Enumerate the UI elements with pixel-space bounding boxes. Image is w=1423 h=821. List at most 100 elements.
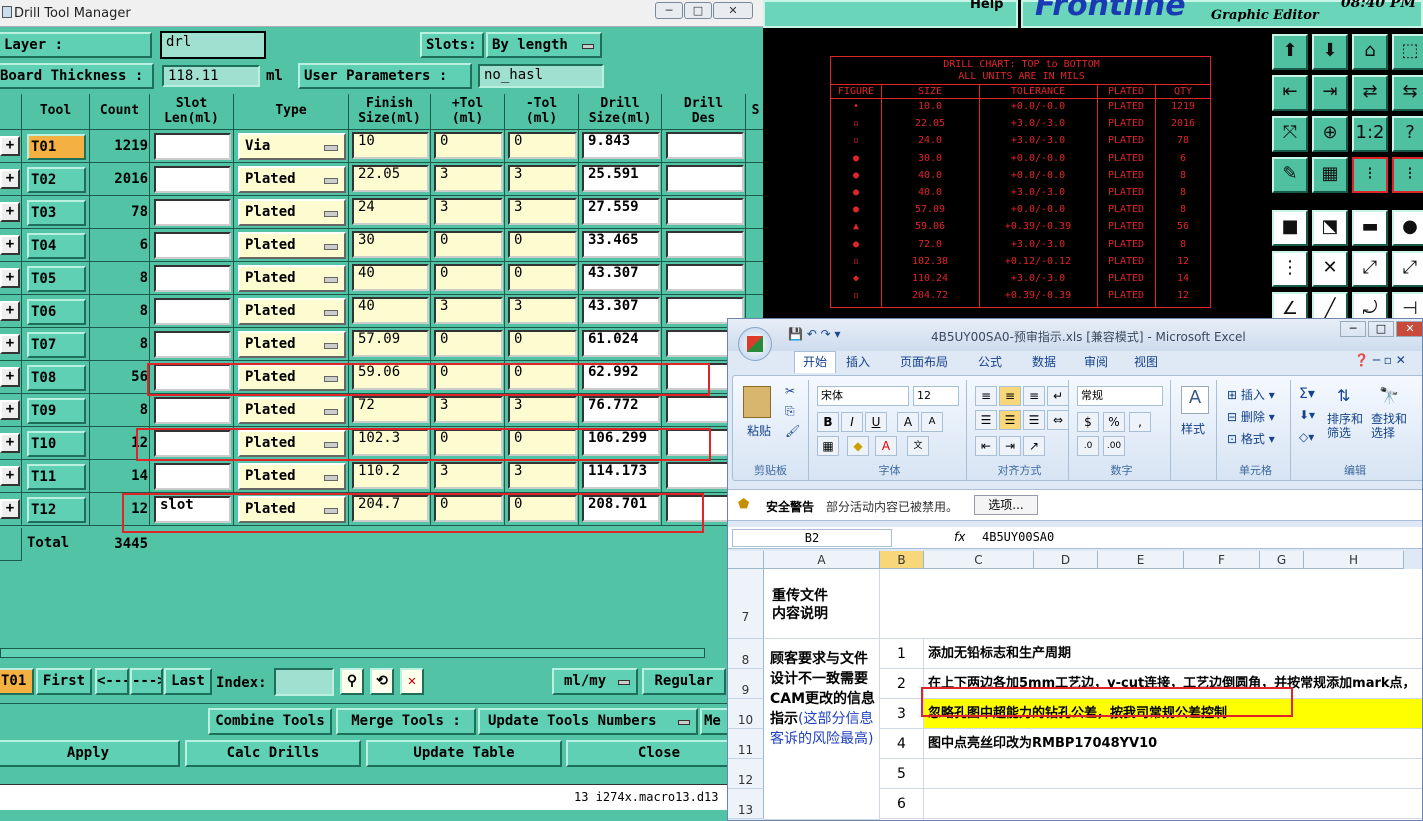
ribbon-tab[interactable]: 数据 [1032, 353, 1056, 370]
item-number-cell[interactable]: 4 [880, 729, 924, 759]
plus-tol-input[interactable]: 0 [434, 231, 503, 258]
plus-tol-input[interactable]: 0 [434, 330, 503, 357]
slot-len-input[interactable] [154, 199, 231, 226]
plus-tol-input[interactable]: 0 [434, 132, 503, 159]
expand-icon[interactable]: + [0, 367, 20, 387]
layers-icon[interactable]: ⁝ [1352, 157, 1388, 193]
column-header[interactable]: G [1260, 551, 1304, 569]
tool-button[interactable]: T12 [27, 497, 86, 523]
minus-tol-input[interactable]: 0 [508, 231, 577, 258]
plus-tol-input[interactable]: 3 [434, 297, 503, 324]
slot-len-input[interactable] [154, 397, 231, 424]
finish-size-input[interactable]: 24 [352, 198, 429, 225]
font-color-icon[interactable]: A [875, 436, 897, 456]
row-header[interactable]: 11 [728, 729, 764, 759]
slot-len-input[interactable] [154, 298, 231, 325]
drill-size-input[interactable]: 43.307 [582, 297, 660, 324]
drill-des-input[interactable] [666, 264, 744, 291]
tool-button[interactable]: T09 [27, 398, 86, 424]
tool-button[interactable]: T02 [27, 167, 86, 193]
autosum-icon[interactable]: Σ▾ [1299, 386, 1315, 402]
styles-icon[interactable]: A [1181, 386, 1209, 414]
expand-icon[interactable]: + [0, 268, 20, 288]
tool-button[interactable]: T08 [27, 365, 86, 391]
currency-icon[interactable]: $ [1077, 412, 1099, 432]
horizontal-scrollbar[interactable] [0, 648, 705, 658]
layers2-icon[interactable]: ⁝ [1392, 157, 1423, 193]
ribbon-tab[interactable]: 开始 [794, 351, 837, 373]
expand-icon[interactable]: + [0, 202, 20, 222]
align-center-icon[interactable]: ☰ [999, 410, 1021, 430]
select-all[interactable] [728, 551, 764, 569]
column-header[interactable]: H [1304, 551, 1404, 569]
type-dropdown[interactable]: Plated [238, 298, 346, 325]
qat-save-icon[interactable]: 💾 ↶ ↷ ▾ [788, 327, 841, 341]
office-button[interactable] [738, 327, 772, 361]
expand-icon[interactable]: + [0, 499, 20, 519]
phonetic-icon[interactable]: 文 [907, 436, 929, 456]
expand-icon[interactable]: + [0, 433, 20, 453]
minus-tol-input[interactable]: 3 [508, 198, 577, 225]
decrease-decimal-icon[interactable]: .00 [1103, 436, 1125, 456]
slot-len-input[interactable] [154, 331, 231, 358]
fill-color-icon[interactable]: ◆ [847, 436, 869, 456]
swap2-icon[interactable]: ⇆ [1392, 75, 1423, 111]
ribbon-tab[interactable]: 公式 [978, 353, 1002, 370]
font-name-box[interactable]: 宋体 [817, 386, 909, 406]
tool-button[interactable]: T01 [27, 134, 86, 160]
item-text-cell[interactable]: 图中点亮丝印改为RMBP17048YV10 [924, 729, 1422, 759]
delete-icon[interactable]: ✕ [400, 668, 424, 695]
expand-icon[interactable]: + [0, 169, 20, 189]
board-thickness-field[interactable]: 118.11 [162, 65, 260, 87]
number-format-box[interactable]: 常规 [1077, 386, 1163, 406]
percent-icon[interactable]: % [1103, 412, 1125, 432]
align-top-icon[interactable]: ≡ [975, 386, 997, 406]
delete-cells-button[interactable]: ⊟ 删除 ▾ [1227, 408, 1275, 425]
grid-icon[interactable]: ▦ [1312, 157, 1348, 193]
format-cells-button[interactable]: ⊡ 格式 ▾ [1227, 430, 1275, 447]
minus-tol-input[interactable]: 0 [508, 330, 577, 357]
align-bottom-icon[interactable]: ≡ [1023, 386, 1045, 406]
close-button[interactable]: Close [566, 740, 752, 767]
paste-button[interactable]: 粘贴 [747, 422, 771, 439]
column-header[interactable]: B [880, 551, 924, 569]
clear-icon[interactable]: ◇▾ [1299, 430, 1314, 444]
a7-cell[interactable]: 重传文件 内容说明 [764, 569, 880, 639]
item-number-cell[interactable]: 5 [880, 759, 924, 789]
edit-icon[interactable]: ✎ [1272, 157, 1308, 193]
item-number-cell[interactable]: 1 [880, 639, 924, 669]
excel-maximize-icon[interactable]: □ [1368, 321, 1394, 337]
expand-icon[interactable]: + [0, 334, 20, 354]
font-size-box[interactable]: 12 [913, 386, 959, 406]
increase-decimal-icon[interactable]: .0 [1077, 436, 1099, 456]
name-box[interactable]: B2 [732, 529, 892, 547]
next-button[interactable]: ---> [130, 668, 163, 695]
index-field[interactable] [274, 668, 334, 696]
cross-icon[interactable]: ✕ [1312, 251, 1348, 287]
row-header[interactable]: 8 [728, 639, 764, 669]
update-tools-numbers-dropdown[interactable]: Update Tools Numbers [478, 708, 698, 735]
left-icon[interactable]: ⇤ [1272, 75, 1308, 111]
item-number-cell[interactable]: 3 [880, 699, 924, 729]
minus-tol-input[interactable]: 0 [508, 132, 577, 159]
tool-button[interactable]: T07 [27, 332, 86, 358]
window-icon[interactable]: ⬚ [1392, 34, 1423, 70]
expand-icon[interactable]: + [0, 235, 20, 255]
swap-icon[interactable]: ⇄ [1352, 75, 1388, 111]
import-icon[interactable]: ⬆ [1272, 34, 1308, 70]
minus-tol-input[interactable]: 3 [508, 462, 577, 489]
format-painter-icon[interactable]: 🖌 [785, 424, 800, 438]
help-icon[interactable]: ❓ ─ ▫ ✕ [1354, 353, 1406, 367]
drill-des-input[interactable] [666, 198, 744, 225]
cut-icon[interactable]: ✂ [785, 384, 795, 398]
comma-icon[interactable]: , [1129, 412, 1151, 432]
slot-len-input[interactable] [154, 133, 231, 160]
minimize-icon[interactable]: ─ [655, 2, 683, 19]
slot-len-input[interactable] [154, 166, 231, 193]
refresh-icon[interactable]: ⟲ [370, 668, 394, 695]
slots-dropdown[interactable]: By length [486, 32, 602, 58]
sort-filter-button[interactable]: 排序和 筛选 [1327, 412, 1363, 440]
plus-tol-input[interactable]: 3 [434, 198, 503, 225]
tool-button[interactable]: T10 [27, 431, 86, 457]
finish-size-input[interactable]: 72 [352, 396, 429, 423]
